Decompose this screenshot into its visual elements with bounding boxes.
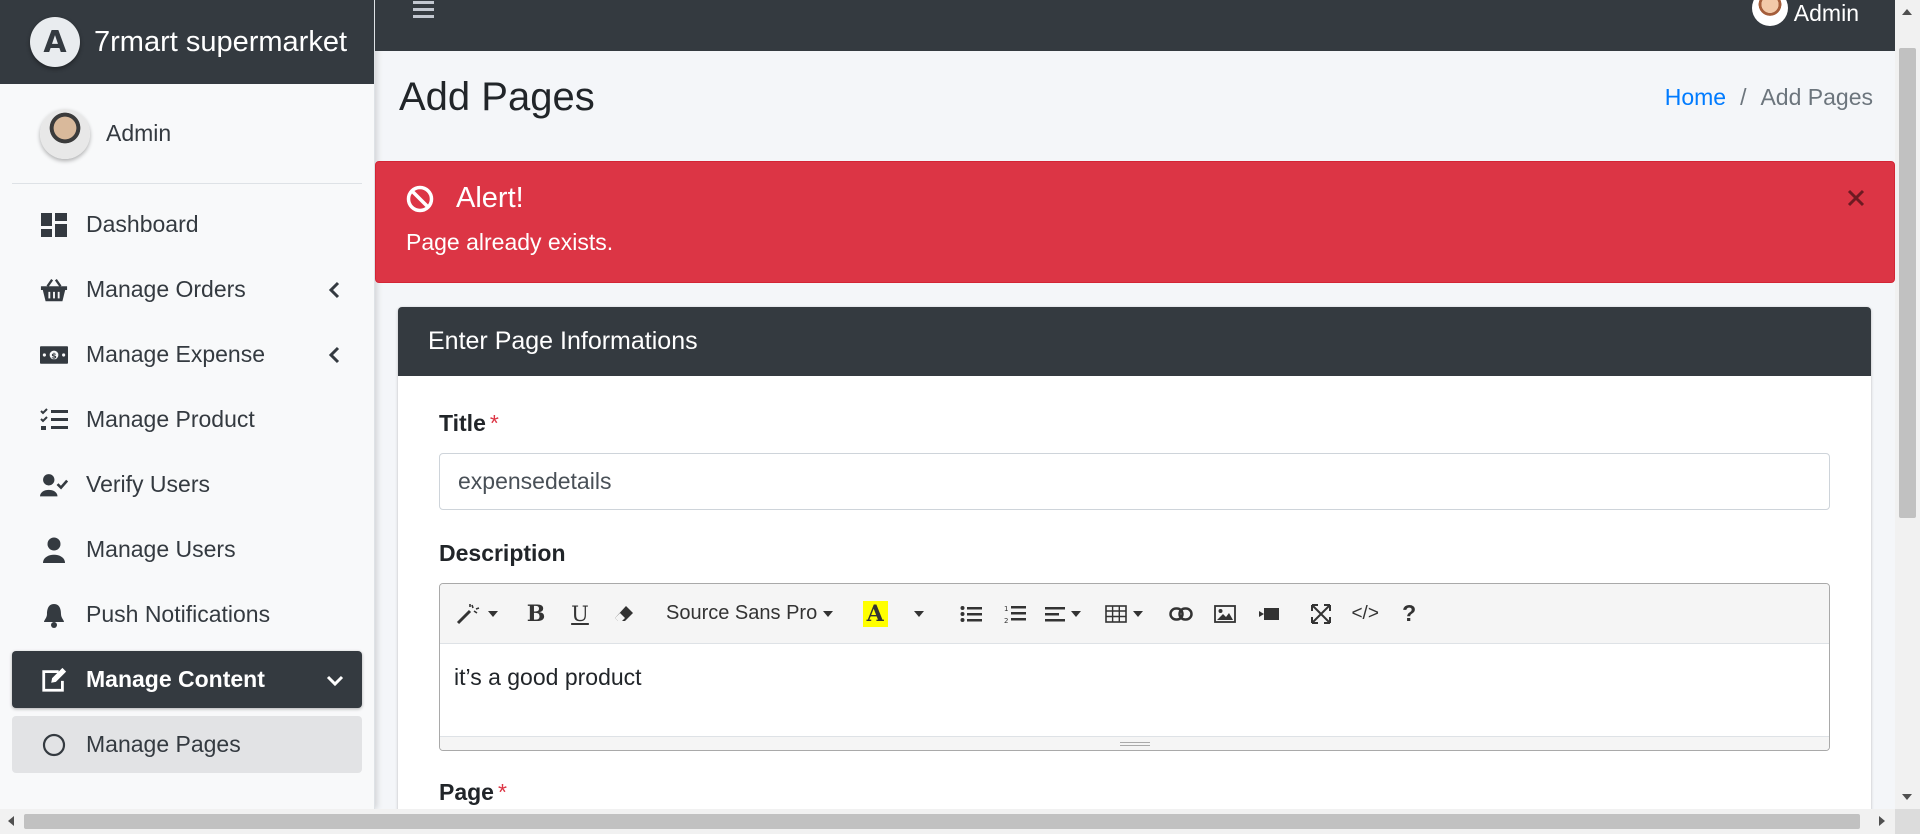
title-label: Title * — [439, 410, 499, 436]
chevron-down-icon — [326, 675, 344, 687]
top-user-name: Admin — [1793, 0, 1859, 26]
top-user-menu[interactable]: Admin — [1751, 0, 1859, 26]
user-icon — [40, 536, 68, 564]
sidebar-item-label: Manage Product — [86, 406, 255, 432]
required-mark: * — [497, 779, 507, 805]
color-dropdown[interactable] — [897, 591, 942, 636]
sidebar-item-label: Manage Orders — [86, 276, 246, 302]
scrollbar-corner — [1895, 809, 1920, 834]
page-title: Add Pages — [399, 75, 595, 119]
user-panel[interactable]: Admin — [12, 84, 362, 184]
style-icon[interactable] — [448, 591, 506, 636]
brand-name: 7rmart supermarket — [94, 25, 348, 58]
brand-link[interactable]: A 7rmart supermarket — [0, 0, 374, 84]
alert-danger: Alert! Page already exists. — [375, 161, 1895, 283]
sidebar-item-manage-content[interactable]: Manage Content — [12, 651, 362, 708]
breadcrumb: Home / Add Pages — [1665, 84, 1873, 111]
sidebar-nav: Dashboard Manage Orders $ Manage Expense… — [0, 184, 374, 773]
top-avatar — [1751, 0, 1788, 26]
edit-icon — [40, 666, 68, 694]
svg-text:$: $ — [51, 351, 56, 360]
highlight-icon[interactable]: A — [853, 591, 898, 636]
sidebar-item-manage-product[interactable]: Manage Product — [12, 391, 362, 448]
vertical-scroll-thumb[interactable] — [1899, 48, 1916, 518]
money-icon: $ — [40, 341, 68, 369]
sidebar-item-manage-pages[interactable]: Manage Pages — [12, 716, 362, 773]
sidebar-item-push-notifications[interactable]: Push Notifications — [12, 586, 362, 643]
fullscreen-icon[interactable] — [1299, 591, 1344, 636]
sidebar-item-manage-expense[interactable]: $ Manage Expense — [12, 326, 362, 383]
svg-text:2: 2 — [1004, 617, 1008, 624]
card-body: Title * expensedetails Description B U S… — [398, 376, 1871, 827]
breadcrumb-current: Add Pages — [1760, 84, 1873, 110]
brand-logo: A — [30, 17, 80, 67]
editor-resize-handle[interactable] — [440, 736, 1829, 750]
page-form-card: Enter Page Informations Title * expensede… — [398, 307, 1871, 827]
sidebar-item-manage-users[interactable]: Manage Users — [12, 521, 362, 578]
underline-icon[interactable]: U — [558, 591, 602, 636]
sidebar-item-label: Verify Users — [86, 471, 210, 497]
description-label: Description — [439, 540, 566, 566]
horizontal-scrollbar[interactable] — [0, 809, 1895, 834]
svg-text:1: 1 — [1004, 605, 1008, 613]
sidebar-item-manage-orders[interactable]: Manage Orders — [12, 261, 362, 318]
content-wrapper: Add Pages Home / Add Pages Alert! Page a… — [375, 51, 1895, 827]
bell-icon — [40, 601, 68, 629]
sidebar-item-label: Manage Pages — [86, 731, 241, 757]
ban-icon — [406, 185, 434, 212]
required-mark: * — [489, 410, 499, 436]
user-check-icon — [40, 471, 68, 499]
sidebar-item-label: Dashboard — [86, 211, 199, 237]
basket-icon — [40, 276, 68, 304]
close-icon[interactable] — [1846, 188, 1866, 208]
list-check-icon — [40, 406, 68, 434]
chevron-left-icon — [328, 281, 340, 299]
circle-icon — [40, 731, 68, 759]
alert-title: Alert! — [456, 182, 524, 214]
sidebar-item-verify-users[interactable]: Verify Users — [12, 456, 362, 513]
bold-icon[interactable]: B — [514, 591, 558, 636]
sidebar-item-label: Manage Users — [86, 536, 236, 562]
hamburger-menu-icon[interactable] — [411, 0, 437, 20]
rich-text-editor: B U Source Sans Pro A 1 2 </> ? it’s a g… — [439, 583, 1830, 751]
user-name[interactable]: Admin — [106, 120, 171, 147]
table-icon[interactable] — [1097, 591, 1152, 636]
video-icon[interactable] — [1247, 591, 1292, 636]
eraser-icon[interactable] — [602, 591, 646, 636]
top-navbar: Admin — [375, 0, 1895, 51]
avatar — [40, 108, 90, 159]
align-icon[interactable] — [1037, 591, 1090, 636]
sidebar-item-label: Manage Content — [86, 666, 265, 692]
code-view-icon[interactable]: </> — [1343, 591, 1388, 636]
link-icon[interactable] — [1159, 591, 1204, 636]
sidebar-item-label: Manage Expense — [86, 341, 266, 367]
image-icon[interactable] — [1203, 591, 1248, 636]
chevron-left-icon — [328, 346, 340, 364]
title-input[interactable]: expensedetails — [439, 453, 1830, 510]
breadcrumb-home-link[interactable]: Home — [1665, 84, 1726, 111]
font-family-select[interactable]: Source Sans Pro — [654, 591, 846, 636]
horizontal-scroll-thumb[interactable] — [24, 814, 1860, 829]
numbered-list-icon[interactable]: 12 — [993, 591, 1038, 636]
alert-message: Page already exists. — [406, 229, 614, 255]
help-icon[interactable]: ? — [1387, 591, 1432, 636]
bullet-list-icon[interactable] — [949, 591, 994, 636]
page-label: Page * — [439, 779, 507, 805]
card-header: Enter Page Informations — [398, 307, 1871, 376]
sidebar: A 7rmart supermarket Admin Dashboard Man… — [0, 0, 375, 809]
sidebar-item-dashboard[interactable]: Dashboard — [12, 196, 362, 253]
sidebar-item-label: Push Notifications — [86, 601, 271, 627]
vertical-scrollbar[interactable] — [1895, 0, 1920, 809]
dashboard-icon — [40, 211, 68, 239]
breadcrumb-separator: / — [1740, 84, 1747, 110]
alert-heading: Alert! — [406, 182, 1864, 215]
editor-toolbar: B U Source Sans Pro A 1 2 </> ? — [440, 584, 1829, 644]
description-editor-area[interactable]: it’s a good product — [440, 644, 1829, 736]
